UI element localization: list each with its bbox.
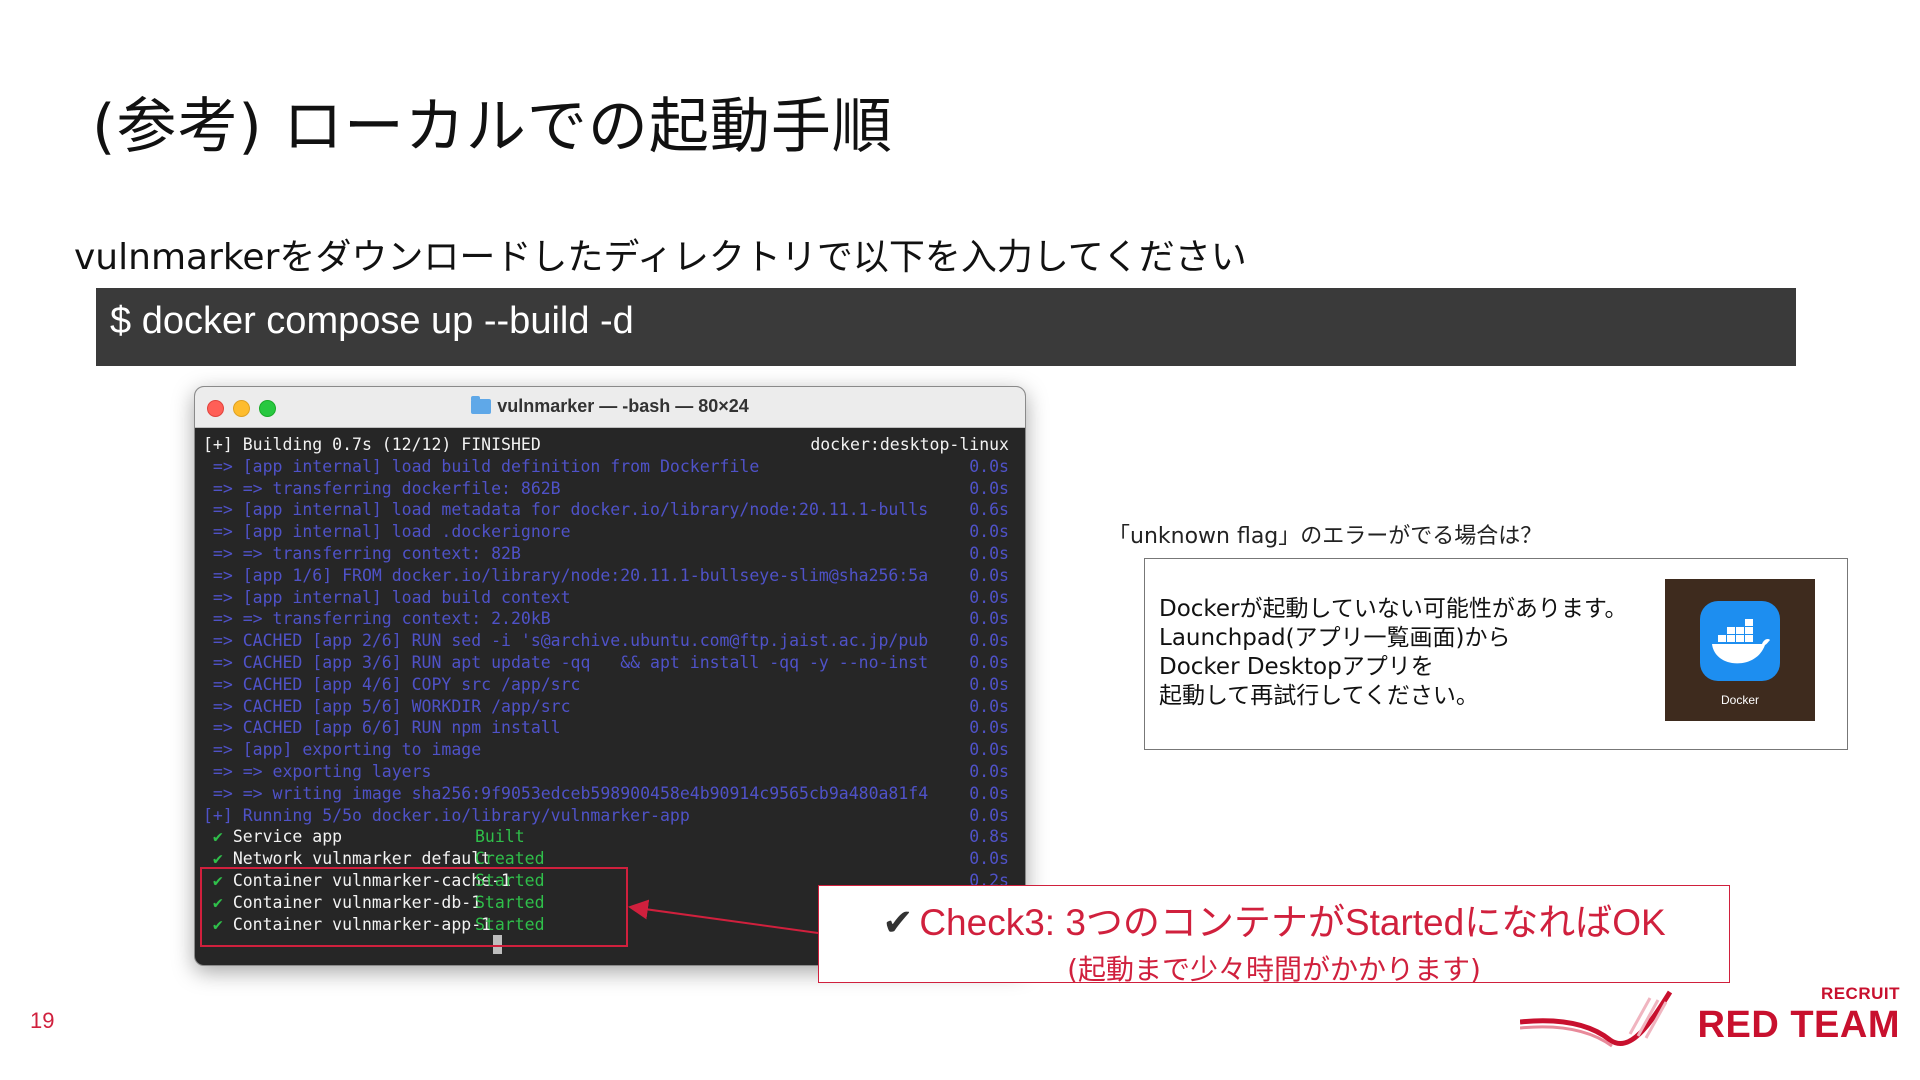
terminal-line: => [app internal] load build definition …	[203, 456, 1017, 478]
terminal-line: => [app 1/6] FROM docker.io/library/node…	[203, 565, 1017, 587]
terminal-line-text: => => transferring context: 2.20kB	[203, 609, 551, 629]
terminal-line: => => exporting layers 0.0s	[203, 761, 1017, 783]
terminal-line-duration: 0.0s	[969, 674, 1009, 694]
check-icon: ✔	[882, 902, 914, 943]
callout-line1-text: Check3: 3つのコンテナがStartedになればOK	[919, 902, 1666, 943]
terminal-line: => => writing image sha256:9f9053edceb59…	[203, 783, 1017, 805]
terminal-line-duration: 0.0s	[969, 456, 1009, 476]
terminal-line-text: ✔ Service app Built	[203, 827, 525, 847]
terminal-line-text: => CACHED [app 5/6] WORKDIR /app/src	[203, 696, 571, 716]
terminal-line-text: => [app internal] load .dockerignore	[203, 522, 571, 542]
terminal-line-duration: 0.0s	[969, 543, 1009, 563]
terminal-line-duration: 0.0s	[969, 522, 1009, 542]
check3-callout: ✔ Check3: 3つのコンテナがStartedになればOK (起動まで少々時間…	[818, 885, 1730, 986]
terminal-line: => => transferring context: 2.20kB 0.0s	[203, 608, 1017, 630]
terminal-line: => CACHED [app 3/6] RUN apt update -qq &…	[203, 652, 1017, 674]
checkmark-icon: ✔	[203, 849, 233, 869]
unknown-flag-box: Dockerが起動していない可能性があります。 Launchpad(アプリ一覧画…	[1144, 558, 1848, 750]
container-status: Built	[475, 827, 525, 847]
callout-line2: (起動まで少々時間がかかります)	[1067, 953, 1481, 986]
terminal-line-duration: 0.0s	[969, 849, 1009, 869]
terminal-line-duration: docker:desktop-linux	[810, 435, 1009, 454]
docker-app-tile: Docker	[1665, 579, 1815, 721]
terminal-line: => [app internal] load metadata for dock…	[203, 499, 1017, 521]
terminal-line-duration: 0.0s	[969, 587, 1009, 607]
started-containers-highlight	[200, 867, 628, 947]
instruction-text: vulnmarkerをダウンロードしたディレクトリで以下を入力してください	[74, 237, 1247, 278]
info-line: Docker Desktopアプリを	[1159, 654, 1434, 680]
page-number: 19	[30, 1008, 55, 1033]
red-team-logo: RECRUIT RED TEAM	[1520, 984, 1900, 1054]
terminal-line: => CACHED [app 6/6] RUN npm install 0.0s	[203, 717, 1017, 739]
info-line: Dockerが起動していない可能性があります。	[1159, 596, 1628, 622]
logo-redteam-text: RED TEAM	[1697, 1004, 1900, 1046]
terminal-line-duration: 0.6s	[969, 500, 1009, 520]
terminal-line-text: => [app internal] load build context	[203, 587, 571, 607]
slide-title: (参考) ローカルでの起動手順	[92, 92, 893, 162]
terminal-line: => CACHED [app 2/6] RUN sed -i 's@archiv…	[203, 630, 1017, 652]
folder-icon	[471, 396, 492, 414]
terminal-line: => => transferring context: 82B 0.0s	[203, 543, 1017, 565]
terminal-line-text: => [app internal] load build definition …	[203, 456, 760, 476]
docker-app-label: Docker	[1720, 693, 1759, 707]
terminal-line-duration: 0.0s	[969, 609, 1009, 629]
unknown-flag-heading: 「unknown flag」のエラーがでる場合は？	[1108, 524, 1543, 549]
terminal-line-text: => CACHED [app 6/6] RUN npm install	[203, 718, 561, 738]
terminal-line-duration: 0.8s	[969, 827, 1009, 847]
terminal-line-duration: 0.0s	[969, 652, 1009, 672]
logo-recruit-text: RECRUIT	[1820, 984, 1900, 1003]
terminal-line-text: => [app 1/6] FROM docker.io/library/node…	[203, 565, 929, 585]
terminal-line-text: => CACHED [app 4/6] COPY src /app/src	[203, 674, 581, 694]
terminal-line: [+] Running 5/5o docker.io/library/vulnm…	[203, 805, 1017, 827]
terminal-line: => CACHED [app 4/6] COPY src /app/src 0.0…	[203, 674, 1017, 696]
unknown-flag-text: Dockerが起動していない可能性があります。 Launchpad(アプリ一覧画…	[1159, 595, 1628, 711]
terminal-line-duration: 0.0s	[969, 696, 1009, 716]
terminal-title: vulnmarker — -bash — 80×24	[195, 396, 1025, 417]
terminal-line-text: [+] Building 0.7s (12/12) FINISHED	[203, 435, 541, 454]
terminal-line-text: => [app internal] load metadata for dock…	[203, 500, 929, 520]
terminal-line-text: => CACHED [app 3/6] RUN apt update -qq &…	[203, 652, 929, 672]
callout-line1: ✔ Check3: 3つのコンテナがStartedになればOK	[819, 892, 1729, 946]
terminal-line: => [app internal] load .dockerignore 0.0s	[203, 521, 1017, 543]
terminal-line-text: => => writing image sha256:9f9053edceb59…	[203, 783, 929, 803]
info-line: Launchpad(アプリ一覧画面)から	[1159, 625, 1511, 651]
terminal-line-text: [+] Running 5/5o docker.io/library/vulnm…	[203, 805, 690, 825]
terminal-line-text: => => transferring dockerfile: 862B	[203, 478, 561, 498]
terminal-line: => CACHED [app 5/6] WORKDIR /app/src 0.0s	[203, 696, 1017, 718]
terminal-line-text: => => exporting layers	[203, 761, 432, 781]
command-block: $ docker compose up --build -d	[96, 288, 1796, 366]
terminal-line-duration: 0.0s	[969, 478, 1009, 498]
docker-whale-icon	[1700, 601, 1780, 681]
terminal-line-text: => CACHED [app 2/6] RUN sed -i 's@archiv…	[203, 631, 929, 651]
terminal-title-text: vulnmarker — -bash — 80×24	[497, 396, 749, 416]
terminal-titlebar[interactable]: vulnmarker — -bash — 80×24	[195, 387, 1025, 428]
terminal-line-duration: 0.0s	[969, 718, 1009, 738]
terminal-line-duration: 0.0s	[969, 783, 1009, 803]
terminal-line-duration: 0.0s	[969, 565, 1009, 585]
terminal-line-duration: 0.0s	[969, 631, 1009, 651]
terminal-line: ✔ Service app Built 0.8s	[203, 826, 1017, 848]
terminal-line: [+] Building 0.7s (12/12) FINISHED docker…	[203, 434, 1017, 456]
terminal-line: => [app] exporting to image 0.0s	[203, 739, 1017, 761]
logo-swoosh-icon	[1520, 990, 1673, 1048]
command-text: $ docker compose up --build -d	[110, 300, 634, 342]
info-line: 起動して再試行してください。	[1159, 683, 1479, 709]
terminal-line-text: => [app] exporting to image	[203, 740, 482, 760]
terminal-line: => => transferring dockerfile: 862B 0.0s	[203, 478, 1017, 500]
terminal-line-duration: 0.0s	[969, 740, 1009, 760]
terminal-line-duration: 0.0s	[969, 805, 1009, 825]
terminal-line: => [app internal] load build context 0.0s	[203, 587, 1017, 609]
terminal-line-duration: 0.0s	[969, 761, 1009, 781]
terminal-line-text: => => transferring context: 82B	[203, 543, 521, 563]
checkmark-icon: ✔	[203, 827, 233, 847]
